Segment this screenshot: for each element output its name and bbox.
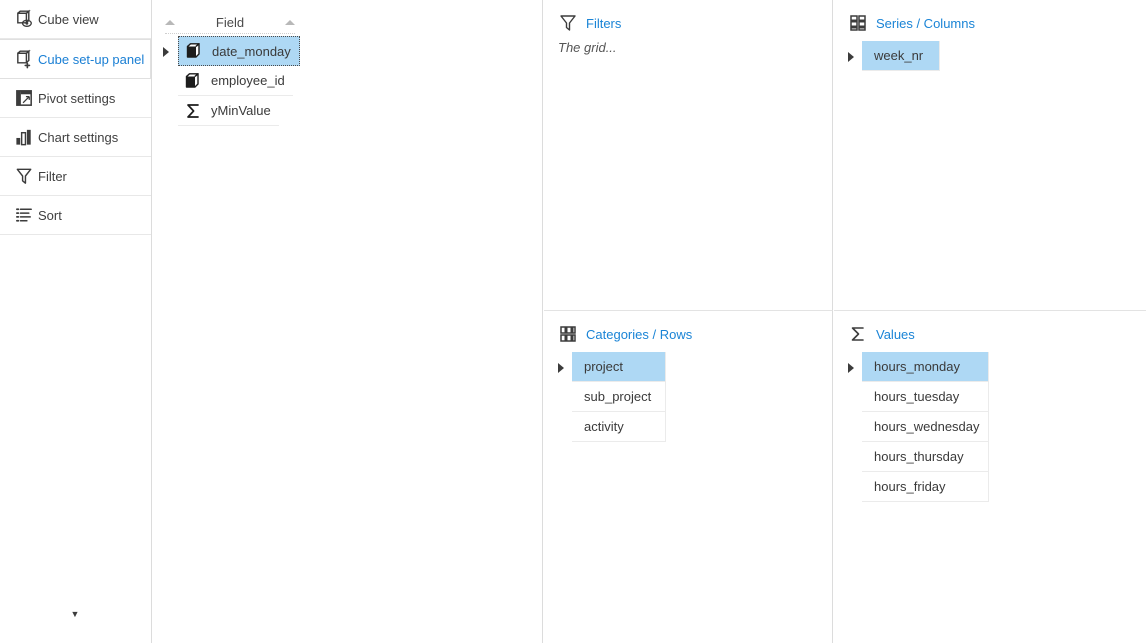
zone-item[interactable]: hours_thursday [862, 442, 989, 472]
sort-ascending-icon[interactable] [165, 20, 175, 25]
sidebar-item-cube-view[interactable]: Cube view [0, 0, 151, 39]
pivot-settings-icon [14, 88, 35, 108]
zone-item[interactable]: sub_project [572, 382, 666, 412]
field-row[interactable]: yMinValue [153, 96, 542, 126]
zone-item-row[interactable]: sub_project [558, 382, 832, 412]
field-item[interactable]: yMinValue [178, 96, 279, 126]
zone-item-row[interactable]: week_nr [848, 41, 1146, 71]
chart-settings-icon [14, 127, 35, 147]
field-item[interactable]: date_monday [178, 36, 300, 66]
zone-item[interactable]: activity [572, 412, 666, 442]
zone-item-row[interactable]: activity [558, 412, 832, 442]
sidebar-item-label: Chart settings [38, 129, 119, 145]
sidebar-item-sort[interactable]: Sort [0, 196, 151, 235]
field-list-panel: Field date_monday employee_id yMinValue [153, 0, 543, 643]
sidebar-item-cube-set-up-panel[interactable]: Cube set-up panel [0, 39, 151, 79]
values-zone[interactable]: Values hours_monday hours_tuesday hours_we… [834, 310, 1146, 643]
categories-rows-item-list: project sub_project activity [558, 352, 832, 442]
series-columns-zone-header: Series / Columns [848, 12, 975, 34]
field-row[interactable]: date_monday [153, 36, 542, 66]
zone-item[interactable]: project [572, 352, 666, 382]
filters-zone[interactable]: Filters The grid... [544, 0, 833, 310]
series-columns-zone-title: Series / Columns [876, 15, 975, 31]
cube-view-icon [14, 9, 35, 29]
filters-zone-title: Filters [586, 15, 622, 31]
dimension-cube-icon [184, 72, 202, 90]
zone-item-row[interactable]: hours_friday [848, 472, 1146, 502]
sidebar-item-chart-settings[interactable]: Chart settings [0, 118, 151, 157]
field-item-label: yMinValue [211, 103, 271, 118]
series-columns-item-list: week_nr [848, 41, 1146, 71]
series-columns-zone[interactable]: Series / Columns week_nr [834, 0, 1146, 310]
field-list-header[interactable]: Field [165, 12, 295, 34]
sort-list-icon [14, 205, 35, 225]
field-item-label: date_monday [212, 43, 291, 59]
drag-handle-caret-icon[interactable] [558, 363, 564, 373]
zone-item[interactable]: hours_friday [862, 472, 989, 502]
zone-item[interactable]: hours_wednesday [862, 412, 989, 442]
zone-item[interactable]: hours_tuesday [862, 382, 989, 412]
sidebar-item-pivot-settings[interactable]: Pivot settings [0, 79, 151, 118]
zone-item-row[interactable]: hours_monday [848, 352, 1146, 382]
values-zone-title: Values [876, 326, 915, 342]
sidebar: Cube view Cube set-up panel Pivot settings… [0, 0, 152, 643]
field-rows: date_monday employee_id yMinValue [153, 36, 542, 126]
zone-item[interactable]: week_nr [862, 41, 940, 71]
sidebar-item-filter[interactable]: Filter [0, 157, 151, 196]
drag-handle-caret-icon[interactable] [848, 363, 854, 373]
zone-item-row[interactable]: hours_tuesday [848, 382, 1146, 412]
sidebar-item-label: Cube set-up panel [38, 51, 145, 67]
filter-funnel-icon [14, 166, 35, 186]
measure-sigma-icon [184, 102, 202, 120]
measure-sigma-icon [848, 324, 868, 344]
sidebar-item-list: Cube view Cube set-up panel Pivot settings… [0, 0, 151, 235]
sort-ascending-icon[interactable] [285, 20, 295, 25]
zone-item-row[interactable]: hours_wednesday [848, 412, 1146, 442]
drag-handle-caret-icon[interactable] [163, 47, 169, 57]
categories-rows-zone[interactable]: Categories / Rows project sub_project acti… [544, 310, 833, 643]
values-zone-header: Values [848, 323, 915, 345]
field-item-label: employee_id [211, 73, 285, 88]
filter-funnel-icon [558, 13, 578, 33]
sidebar-item-label: Pivot settings [38, 90, 116, 106]
dimension-cube-icon [185, 42, 203, 60]
zone-item-row[interactable]: project [558, 352, 832, 382]
categories-rows-zone-header: Categories / Rows [558, 323, 692, 345]
rows-grid-icon [558, 324, 578, 344]
values-item-list: hours_monday hours_tuesday hours_wednesday… [848, 352, 1146, 502]
zone-item[interactable]: hours_monday [862, 352, 989, 382]
drag-handle-caret-icon[interactable] [848, 52, 854, 62]
categories-rows-zone-title: Categories / Rows [586, 326, 693, 342]
chevron-down-icon[interactable]: ▼ [0, 610, 150, 619]
zone-item-row[interactable]: hours_thursday [848, 442, 1146, 472]
cube-setup-icon [14, 49, 35, 69]
columns-grid-icon [848, 13, 868, 33]
sidebar-item-label: Cube view [38, 11, 99, 27]
filters-empty-text: The grid... [558, 40, 617, 55]
filters-zone-header: Filters [558, 12, 621, 34]
sidebar-item-label: Filter [38, 168, 67, 184]
field-item[interactable]: employee_id [178, 66, 293, 96]
field-column-title: Field [215, 15, 245, 30]
sidebar-item-label: Sort [38, 207, 62, 223]
field-row[interactable]: employee_id [153, 66, 542, 96]
